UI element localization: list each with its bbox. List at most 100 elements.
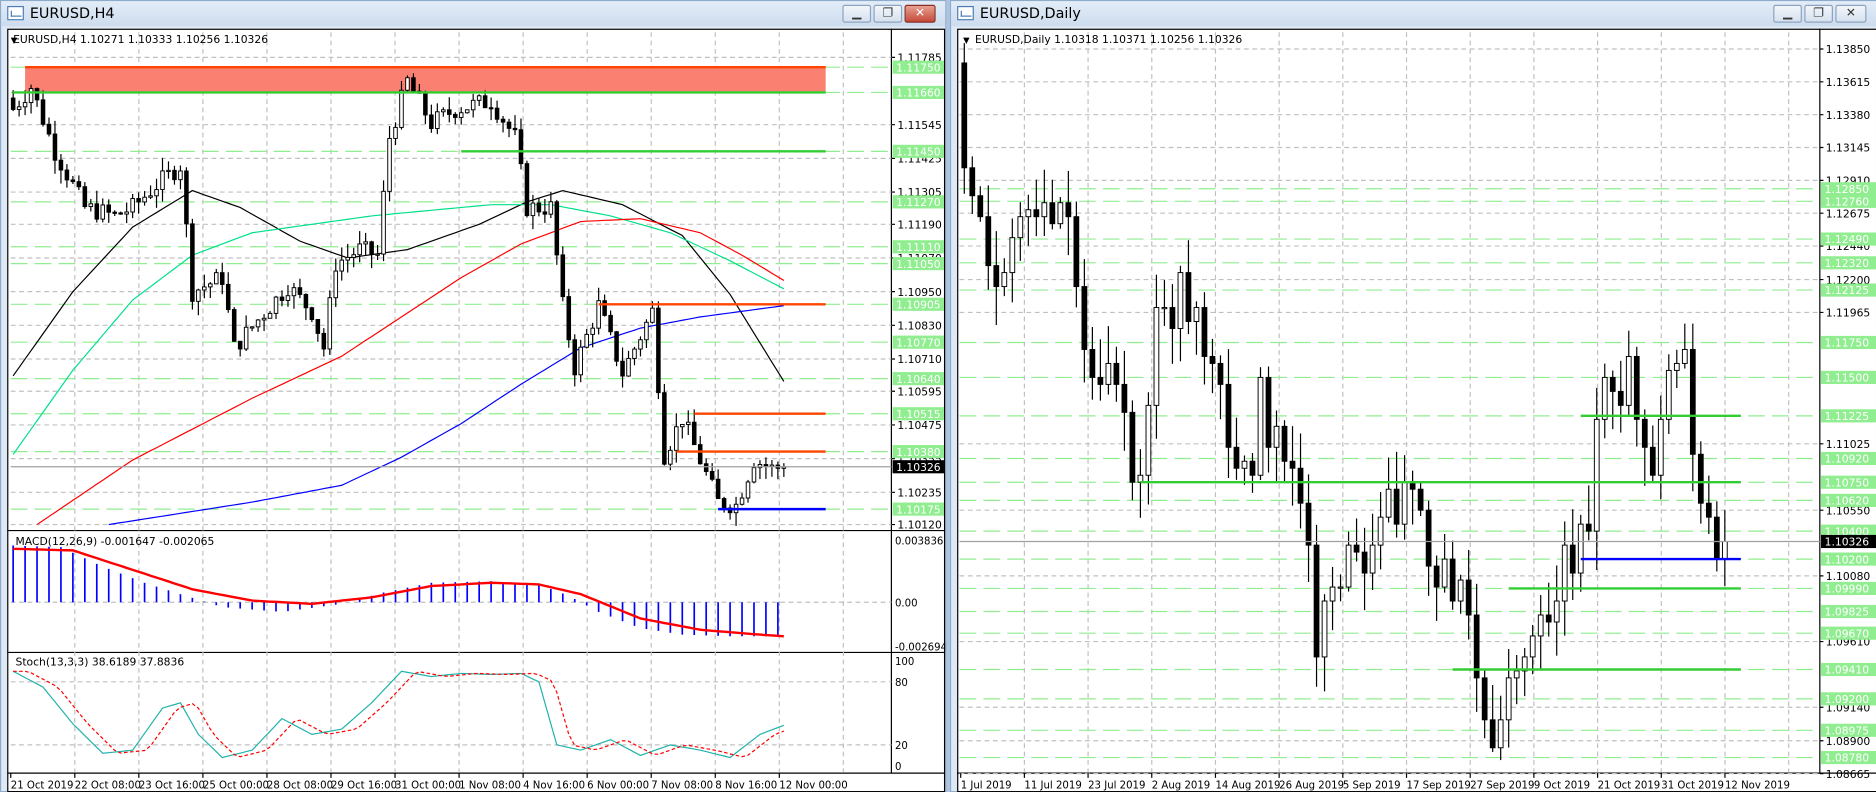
candle-bearish (1617, 390, 1624, 406)
candle-bearish (184, 170, 189, 225)
candle-bullish (88, 203, 94, 208)
candle-bullish (1513, 670, 1520, 679)
time-axis-label: 14 Aug 2019 (1215, 781, 1280, 792)
candle-bearish (70, 179, 76, 183)
candle-bullish (1529, 635, 1536, 658)
candle-bullish (1105, 362, 1112, 385)
daily-window-titlebar[interactable]: EURUSD,Daily ▁ ❐ ✕ (951, 1, 1876, 27)
candle-bearish (225, 283, 231, 311)
price-axis-label: 1.10475 (897, 419, 941, 432)
time-axis-label: 26 Aug 2019 (1279, 781, 1344, 792)
price-axis-label: 1.10235 (897, 486, 941, 499)
candle-bearish (1689, 348, 1696, 455)
stoch-signal-line (13, 670, 785, 758)
candle-bullish (458, 112, 464, 118)
candle-bearish (566, 296, 572, 341)
candle-bullish (1721, 541, 1728, 560)
chart-legend: EURUSD,Daily 1.10318 1.10371 1.10256 1.1… (975, 33, 1242, 46)
candle-bullish (154, 189, 159, 197)
candle-bullish (470, 99, 476, 111)
minimize-button[interactable]: ▁ (1773, 4, 1802, 23)
price-axis-label: 1.10120 (897, 519, 942, 532)
price-axis-label: 1.12675 (1826, 207, 1870, 220)
candle-bullish (1497, 719, 1504, 749)
candle-bullish (399, 89, 404, 128)
restore-button[interactable]: ❐ (1804, 4, 1833, 23)
level-label: 1.11750 (1825, 337, 1870, 350)
candle-bearish (608, 314, 613, 333)
candle-bullish (1017, 216, 1024, 239)
h4-window-titlebar[interactable]: EURUSD,H4 ▁ ❐ ✕ (1, 1, 946, 27)
candle-bearish (82, 186, 88, 208)
candle-bearish (1121, 383, 1128, 413)
time-axis-label: 8 Nov 16:00 (715, 781, 777, 792)
candle-bearish (34, 88, 40, 101)
candle-bearish (1065, 202, 1072, 218)
candle-bearish (620, 360, 625, 377)
candle-bearish (94, 203, 100, 220)
level-label: 1.10175 (896, 503, 940, 516)
candle-bearish (1185, 272, 1192, 322)
candle-bearish (1073, 216, 1080, 288)
h4-chart-canvas[interactable]: 1.117851.115451.114251.113051.111901.110… (7, 28, 945, 792)
restore-button[interactable]: ❐ (873, 4, 903, 23)
price-axis-label: 1.10950 (897, 286, 942, 299)
close-button[interactable]: ✕ (904, 4, 936, 23)
candle-bearish (656, 307, 661, 394)
candle-bullish (584, 333, 589, 348)
macd-axis-label: 0.003836 (895, 536, 943, 547)
candle-bullish (1625, 355, 1632, 406)
candle-bullish (22, 102, 28, 108)
candle-bullish (267, 312, 273, 319)
daily-window-title: EURUSD,Daily (979, 4, 1081, 22)
candle-bearish (1265, 376, 1272, 448)
candle-bearish (1217, 362, 1224, 385)
minimize-button[interactable]: ▁ (842, 4, 872, 23)
daily-chart-area[interactable]: 1.13850 1.13615 1.13380 1.13145 1.12910 1.126… (957, 28, 1876, 792)
candle-bearish (1481, 677, 1488, 721)
candle-bearish (136, 198, 141, 203)
candle-bullish (142, 196, 147, 203)
daily-chart-window: EURUSD,Daily ▁ ❐ ✕ 1.13850 1.13615 1.13380… (949, 0, 1876, 792)
level-label: 1.11450 (896, 146, 941, 159)
time-axis-label: 23 Jul 2019 (1088, 781, 1145, 792)
stoch-axis-label: 80 (895, 678, 908, 689)
price-axis-label: 1.10830 (897, 320, 942, 333)
candle-bearish (10, 97, 16, 110)
stoch-axis-label: 100 (895, 657, 914, 668)
candle-bullish (1673, 362, 1680, 371)
level-label: 1.10920 (1825, 453, 1870, 466)
time-axis-label: 2 Aug 2019 (1152, 781, 1211, 792)
candle-bearish (309, 307, 315, 320)
candle-bearish (482, 95, 488, 109)
candle-bearish (542, 211, 548, 215)
level-label: 1.10750 (1825, 476, 1870, 489)
level-label: 1.11110 (896, 241, 941, 254)
price-axis-label: 1.13615 (1826, 76, 1870, 89)
candle-bearish (237, 340, 243, 350)
candle-bearish (763, 464, 769, 467)
h4-chart-area[interactable]: 1.117851.115451.114251.113051.111901.110… (7, 28, 946, 792)
dropdown-arrow-icon: ▼ (11, 35, 18, 45)
macd-axis-label: 0.00 (895, 598, 918, 609)
candle-bearish (190, 223, 195, 302)
candle-bearish (1209, 355, 1216, 364)
candle-bearish (1417, 488, 1424, 511)
candle-bullish (148, 195, 153, 198)
candle-bearish (536, 202, 542, 213)
candle-bearish (961, 62, 968, 169)
moving-average-black (12, 189, 785, 382)
candle-bearish (1449, 558, 1456, 602)
daily-chart-canvas[interactable]: 1.138501.136151.133801.131451.129101.126… (957, 28, 1876, 792)
candle-bearish (506, 121, 512, 129)
candle-bullish (578, 346, 583, 376)
candle-bullish (1401, 481, 1408, 525)
candle-bearish (1297, 467, 1304, 504)
candle-bearish (1233, 446, 1240, 469)
close-button[interactable]: ✕ (1835, 4, 1867, 23)
candle-bearish (1361, 551, 1368, 574)
candle-bullish (1593, 418, 1600, 532)
candle-bullish (1041, 202, 1048, 218)
time-axis-label: 21 Oct 2019 (1598, 781, 1661, 792)
current-price-label: 1.10326 (1825, 536, 1870, 549)
